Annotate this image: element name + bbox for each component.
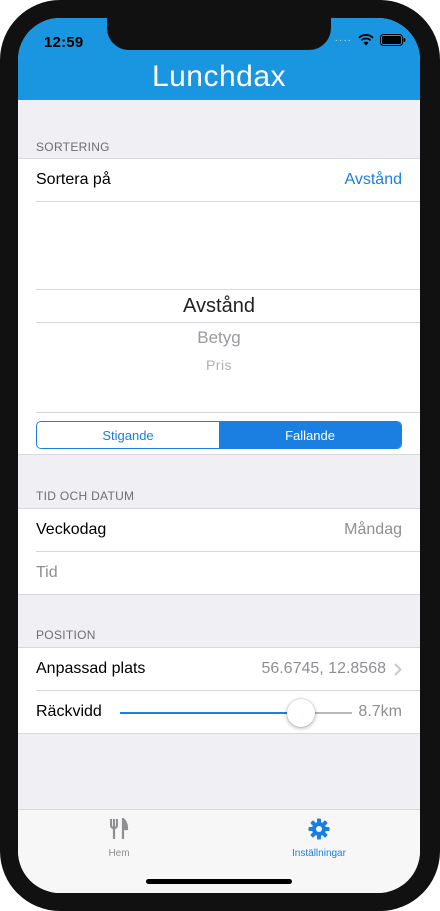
sort-picker[interactable]: Avstånd Betyg Pris	[18, 202, 420, 412]
tab-settings-label: Inställningar	[292, 848, 346, 859]
time-label: Tid	[36, 564, 58, 581]
slider-track-filled	[120, 712, 301, 714]
notch	[107, 18, 331, 50]
tab-home-label: Hem	[108, 848, 130, 859]
custom-location-value: 56.6745, 12.8568	[261, 660, 386, 677]
custom-location-label: Anpassad plats	[36, 660, 146, 677]
sort-by-row[interactable]: Sortera på Avstånd	[36, 159, 420, 201]
device-frame: 12:59 ···· Lunchdax SORTERING Sortera på…	[0, 0, 440, 911]
tab-home[interactable]: Hem	[49, 816, 189, 859]
range-slider[interactable]	[120, 699, 352, 727]
section-header-sorting: SORTERING	[36, 140, 110, 154]
screen: 12:59 ···· Lunchdax SORTERING Sortera på…	[18, 18, 420, 893]
sort-by-value: Avstånd	[344, 171, 402, 188]
sorting-group: Sortera på Avstånd Avstånd Betyg Pris St…	[18, 158, 420, 455]
time-group: Veckodag Måndag Tid	[18, 508, 420, 595]
wifi-icon	[358, 34, 374, 46]
segment-descending[interactable]: Fallande	[219, 422, 401, 448]
battery-icon	[380, 34, 406, 46]
gear-icon	[308, 818, 330, 840]
signal-icon: ····	[334, 34, 352, 46]
time-row[interactable]: Tid	[36, 552, 420, 594]
range-value: 8.7km	[358, 703, 402, 720]
weekday-row[interactable]: Veckodag Måndag	[36, 509, 420, 551]
picker-selection-bottom	[36, 322, 420, 323]
weekday-label: Veckodag	[36, 521, 107, 538]
range-label: Räckvidd	[36, 703, 102, 720]
sort-order-segmented-control[interactable]: Stigande Fallande	[36, 421, 402, 449]
slider-thumb[interactable]	[287, 699, 315, 727]
section-header-position: POSITION	[36, 628, 96, 642]
weekday-value: Måndag	[344, 521, 402, 538]
tab-settings[interactable]: Inställningar	[249, 818, 389, 859]
page-title: Lunchdax	[151, 60, 287, 93]
picker-item[interactable]: Pris	[18, 357, 420, 373]
status-time: 12:59	[44, 34, 84, 51]
section-header-time: TID OCH DATUM	[36, 489, 135, 503]
divider	[36, 412, 420, 413]
chevron-right-icon	[394, 662, 402, 676]
position-group: Anpassad plats 56.6745, 12.8568 Räckvidd…	[18, 647, 420, 734]
picker-selection-top	[36, 289, 420, 290]
picker-item[interactable]: Betyg	[18, 328, 420, 348]
picker-item-selected[interactable]: Avstånd	[18, 295, 420, 318]
fork-knife-icon	[110, 816, 129, 839]
status-icons: ····	[335, 34, 406, 46]
segment-ascending[interactable]: Stigande	[37, 422, 219, 448]
home-indicator[interactable]	[146, 879, 292, 884]
sort-by-label: Sortera på	[36, 171, 111, 188]
custom-location-row[interactable]: Anpassad plats 56.6745, 12.8568	[36, 648, 420, 690]
